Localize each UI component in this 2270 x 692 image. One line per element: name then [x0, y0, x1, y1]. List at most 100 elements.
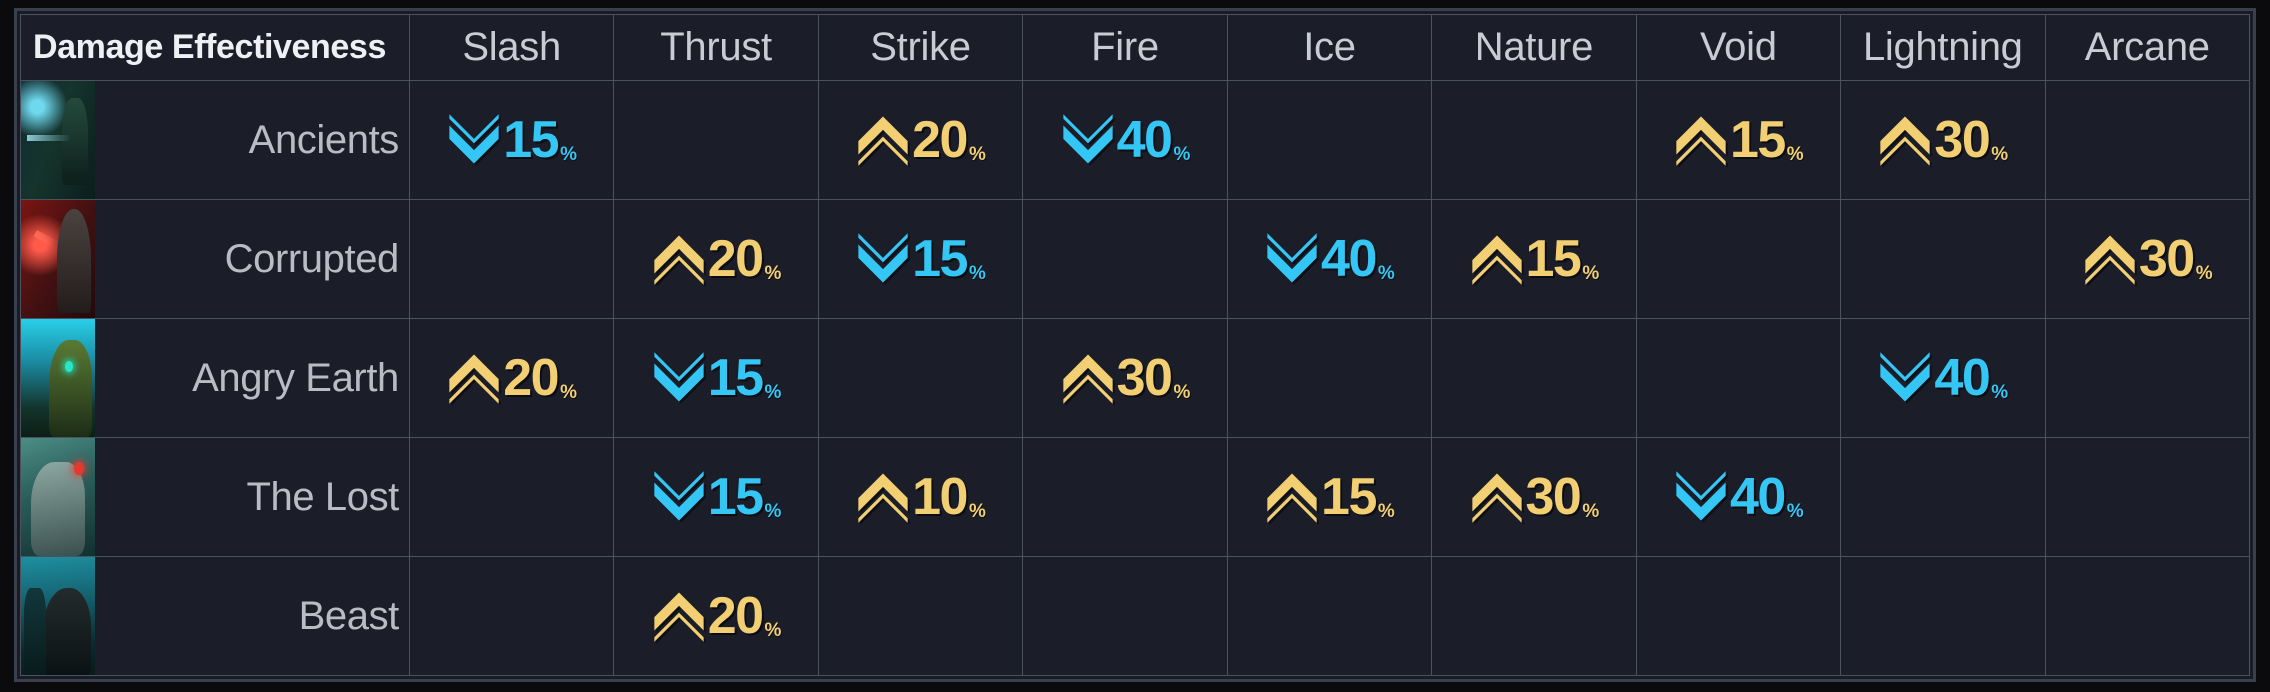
double-chevron-up-icon — [1062, 354, 1113, 404]
cell-the-lost-lightning — [1840, 437, 2046, 557]
cell-ancients-void: 15% — [1635, 80, 1842, 200]
cell-corrupted-thrust: 20% — [613, 199, 819, 319]
cell-beast-nature — [1431, 556, 1637, 676]
cell-ancients-lightning: 30% — [1840, 80, 2046, 200]
faction-wrapper: The Lost — [21, 438, 409, 556]
table-row: Beast 20% — [20, 556, 2251, 676]
ancients-thumbnail — [21, 81, 95, 199]
cell-beast-void — [1635, 556, 1842, 676]
percent-sign: % — [1582, 263, 1600, 284]
cell-the-lost-void: 40% — [1635, 437, 1842, 557]
faction-cell[interactable]: Angry Earth — [20, 318, 410, 438]
double-chevron-up-icon — [1471, 473, 1522, 523]
value-number: 20 — [503, 349, 559, 407]
value-number: 15 — [912, 230, 968, 288]
faction-cell[interactable]: Beast — [20, 556, 410, 676]
double-chevron-down-icon — [1880, 352, 1931, 402]
percent-sign: % — [1582, 501, 1600, 522]
header-nature: Nature — [1431, 14, 1637, 81]
percent-sign: % — [1991, 382, 2009, 403]
percent-sign: % — [764, 263, 782, 284]
value-wrapper: 15% — [819, 231, 1022, 287]
percent-sign: % — [1173, 144, 1191, 165]
percent-sign: % — [1786, 501, 1804, 522]
percent-sign: % — [1991, 144, 2009, 165]
damage-effectiveness-screen: Damage Effectiveness Slash Thrust Strike Fi… — [0, 0, 2270, 692]
double-chevron-up-icon — [858, 473, 908, 523]
cell-the-lost-slash — [408, 437, 615, 557]
header-thrust: Thrust — [613, 14, 819, 81]
double-chevron-up-icon — [1267, 473, 1317, 523]
cell-beast-slash — [408, 556, 615, 676]
value-wrapper: 15% — [410, 112, 613, 168]
cell-ancients-arcane — [2044, 80, 2251, 200]
panel-inner-frame: Damage Effectiveness Slash Thrust Strike Fi… — [20, 14, 2251, 676]
cell-the-lost-strike: 10% — [817, 437, 1024, 557]
beast-thumbnail — [21, 557, 95, 675]
value-number: 15 — [1321, 468, 1377, 526]
cell-the-lost-arcane — [2044, 437, 2251, 557]
value-wrapper: 40% — [1228, 231, 1431, 287]
cell-angry-earth-thrust: 15% — [613, 318, 819, 438]
double-chevron-down-icon — [449, 114, 499, 164]
cell-corrupted-slash — [408, 199, 615, 319]
value-number: 40 — [1934, 349, 1990, 407]
double-chevron-down-icon — [1676, 471, 1726, 521]
value-number: 15 — [1729, 111, 1786, 169]
percent-sign: % — [968, 144, 986, 165]
the-lost-thumbnail — [21, 438, 95, 556]
value-number: 20 — [912, 111, 968, 169]
value-wrapper: 30% — [2046, 231, 2249, 287]
value-wrapper: 15% — [1432, 231, 1635, 287]
cell-ancients-thrust — [613, 80, 819, 200]
value-number: 15 — [707, 468, 764, 526]
value-number: 40 — [1116, 111, 1173, 169]
percent-sign: % — [1377, 263, 1395, 284]
value-wrapper: 20% — [410, 350, 613, 406]
double-chevron-down-icon — [654, 352, 704, 402]
header-row: Damage Effectiveness Slash Thrust Strike Fi… — [20, 14, 2251, 81]
cell-ancients-strike: 20% — [817, 80, 1024, 200]
percent-sign: % — [1786, 144, 1804, 165]
cell-corrupted-lightning — [1840, 199, 2046, 319]
value-number: 40 — [1729, 468, 1786, 526]
faction-portrait-art — [21, 200, 95, 318]
percent-sign: % — [1173, 382, 1191, 403]
value-wrapper: 30% — [1841, 112, 2044, 168]
cell-corrupted-arcane: 30% — [2044, 199, 2251, 319]
cell-corrupted-nature: 15% — [1431, 199, 1637, 319]
table-body: Ancients 15% 20% 40% 15% 30% Corrupted 20% 15% 40… — [20, 80, 2251, 676]
double-chevron-down-icon — [858, 233, 908, 283]
value-wrapper: 40% — [1841, 350, 2044, 406]
double-chevron-up-icon — [654, 592, 704, 642]
percent-sign: % — [560, 144, 577, 165]
faction-wrapper: Corrupted — [21, 200, 409, 318]
value-number: 30 — [1934, 111, 1990, 169]
value-wrapper: 15% — [614, 469, 817, 525]
value-number: 20 — [707, 587, 764, 645]
value-number: 30 — [2138, 230, 2195, 288]
percent-sign: % — [764, 501, 782, 522]
faction-cell[interactable]: Ancients — [20, 80, 410, 200]
faction-cell[interactable]: The Lost — [20, 437, 410, 557]
cell-angry-earth-void — [1635, 318, 1842, 438]
double-chevron-up-icon — [2085, 235, 2135, 285]
table-row: The Lost 15% 10% 15% 30% 40% — [20, 437, 2251, 557]
faction-cell[interactable]: Corrupted — [20, 199, 410, 319]
cell-beast-thrust: 20% — [613, 556, 819, 676]
double-chevron-up-icon — [1880, 116, 1931, 166]
table-row: Angry Earth 20% 15% 30% 40% — [20, 318, 2251, 438]
cell-ancients-fire: 40% — [1022, 80, 1228, 200]
angry-earth-thumbnail — [21, 319, 95, 437]
cell-corrupted-strike: 15% — [817, 199, 1024, 319]
cell-the-lost-thrust: 15% — [613, 437, 819, 557]
table-row: Corrupted 20% 15% 40% 15% 30% — [20, 199, 2251, 319]
value-wrapper: 10% — [819, 469, 1022, 525]
faction-name-label: Corrupted — [224, 236, 400, 281]
faction-name-label: Angry Earth — [192, 355, 399, 400]
corrupted-thumbnail — [21, 200, 95, 318]
value-wrapper: 15% — [1228, 469, 1431, 525]
faction-name-label: Beast — [298, 593, 400, 638]
cell-angry-earth-slash: 20% — [408, 318, 615, 438]
percent-sign: % — [968, 263, 986, 284]
